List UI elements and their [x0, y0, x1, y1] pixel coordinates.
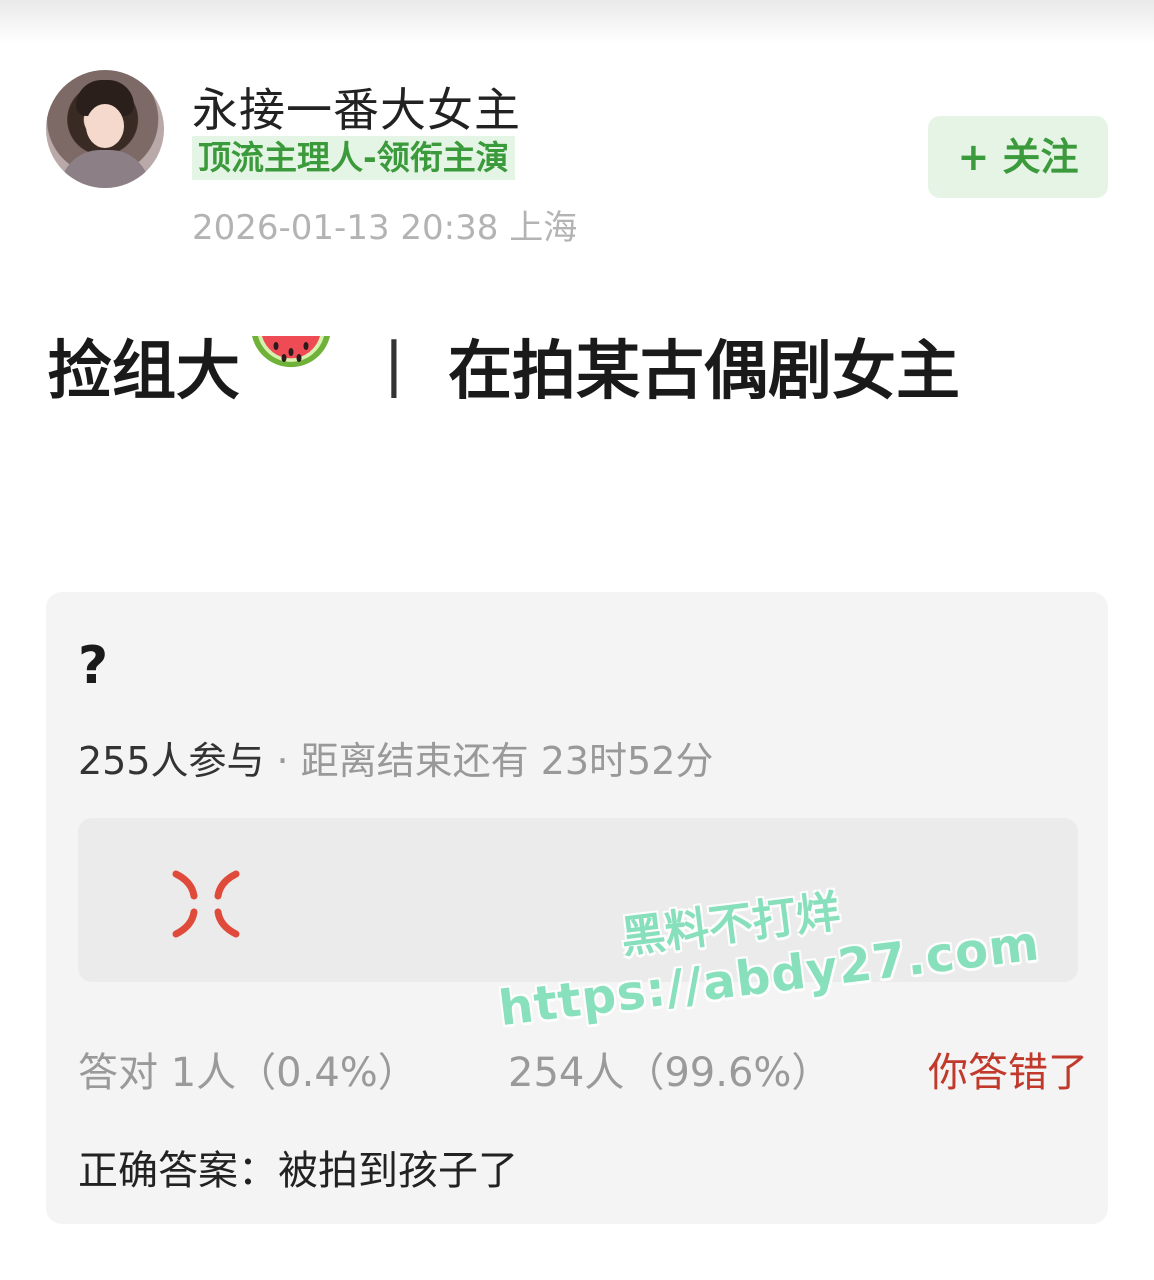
avatar-body	[60, 150, 150, 188]
title-separator: 丨	[362, 335, 426, 409]
answer-text: 被拍到孩子了	[278, 1148, 518, 1194]
quiz-stats: 255人参与 · 距离结束还有 23时52分	[78, 730, 713, 785]
post-title: 捡组大 丨在拍某古偶剧女主	[48, 318, 1048, 429]
watermelon-icon	[246, 321, 336, 429]
time-remaining: 距离结束还有 23时52分	[300, 739, 714, 783]
quiz-question: ?	[78, 636, 109, 696]
avatar-face	[86, 104, 124, 148]
post-location: 上海	[509, 208, 578, 248]
title-part1: 捡组大	[48, 335, 240, 409]
wrong-stat: 254人（99.6%）	[508, 1050, 832, 1096]
avatar[interactable]	[46, 70, 164, 188]
title-part2: 在拍某古偶剧女主	[448, 335, 960, 409]
correct-answer: 正确答案：被拍到孩子了	[78, 1138, 518, 1196]
participants-count: 255人参与	[78, 739, 265, 783]
user-tag: 顶流主理人-领衔主演	[192, 136, 515, 180]
quiz-result: 答对 1人（0.4%） 254人（99.6%） 你答错了	[78, 1040, 1088, 1098]
stats-dot: ·	[276, 739, 289, 783]
post-page: 永接一番大女主 顶流主理人-领衔主演 2026-01-13 20:38 上海 +…	[0, 0, 1154, 1280]
post-datetime: 2026-01-13 20:38	[192, 208, 499, 248]
username[interactable]: 永接一番大女主	[192, 74, 521, 140]
follow-button[interactable]: + 关注	[928, 116, 1108, 198]
answer-label: 正确答案：	[78, 1148, 278, 1194]
your-result: 你答错了	[928, 1050, 1088, 1096]
correct-stat: 答对 1人（0.4%）	[78, 1050, 418, 1096]
post-meta: 2026-01-13 20:38 上海	[192, 200, 577, 249]
anger-symbol-icon	[168, 868, 244, 944]
top-shade	[0, 0, 1154, 44]
